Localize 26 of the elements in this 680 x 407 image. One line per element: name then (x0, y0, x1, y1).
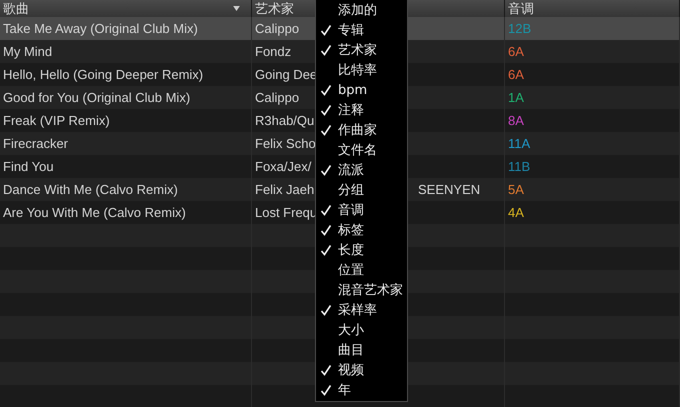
key-label: 8A (508, 113, 524, 128)
key-label: 5A (508, 182, 524, 197)
song-title: Are You With Me (Calvo Remix) (3, 205, 186, 220)
artist-name: R3hab/Qu (255, 113, 315, 128)
song-title: Take Me Away (Original Club Mix) (3, 21, 198, 36)
artist-name: Fondz (255, 44, 292, 59)
song-title: Dance With Me (Calvo Remix) (3, 182, 178, 197)
artist-name: Calippo (255, 21, 300, 36)
song-title: Firecracker (3, 136, 68, 151)
key-label: 6A (508, 44, 524, 59)
song-title: Freak (VIP Remix) (3, 113, 110, 128)
key-label: 1A (508, 90, 524, 105)
key-label: 11B (508, 159, 530, 174)
artist-name: Felix Jaeh (255, 182, 315, 197)
key-label: 6A (508, 67, 524, 82)
song-title: My Mind (3, 44, 52, 59)
key-label: 4A (508, 205, 524, 220)
song-title: Find You (3, 159, 54, 174)
song-title: Hello, Hello (Going Deeper Remix) (3, 67, 204, 82)
artist-name: SEENYEN (418, 182, 480, 197)
artist-name: Felix Scho (255, 136, 315, 151)
artist-name: Calippo (255, 90, 300, 105)
key-label: 11A (508, 136, 530, 151)
artist-name: Foxa/Jex/ (255, 159, 312, 174)
key-label: 12B (508, 21, 532, 36)
song-title: Good for You (Original Club Mix) (3, 90, 190, 105)
